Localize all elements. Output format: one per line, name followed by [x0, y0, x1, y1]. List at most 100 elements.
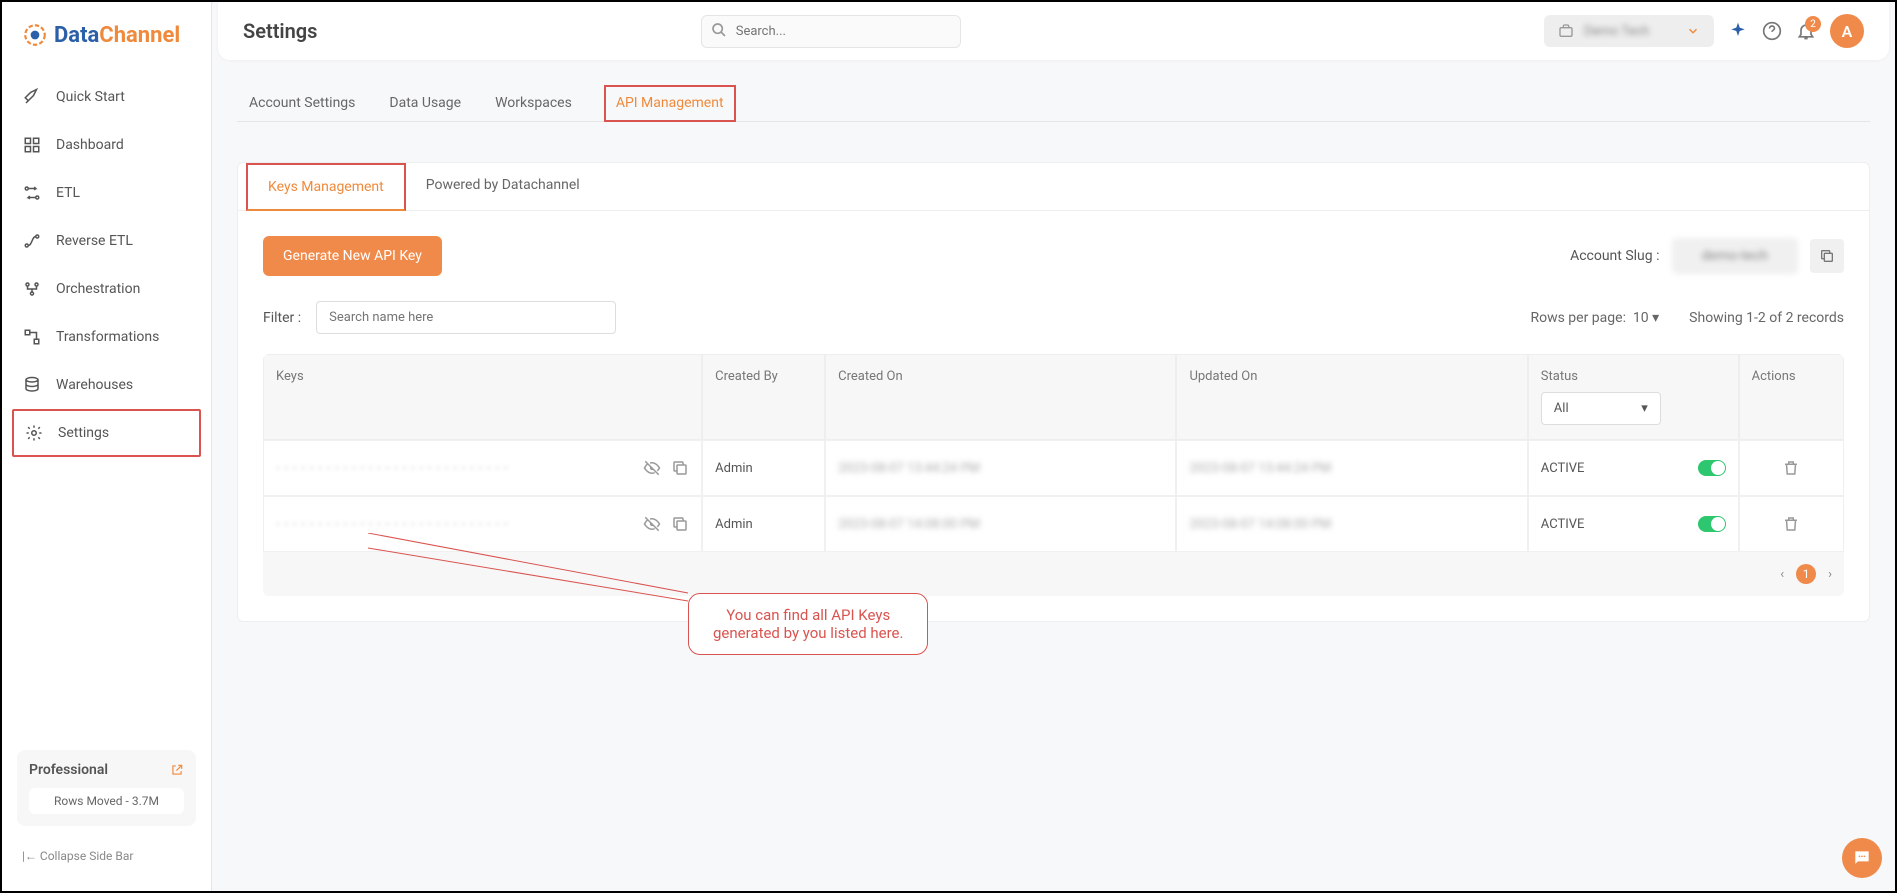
workspace-selector[interactable]: Demo Tech	[1544, 15, 1714, 47]
sidebar-item-label: Reverse ETL	[56, 233, 133, 249]
chevron-down-icon[interactable]: ▾	[1652, 310, 1659, 326]
current-page[interactable]: 1	[1796, 564, 1816, 584]
copy-slug-button[interactable]	[1810, 239, 1844, 273]
collapse-sidebar[interactable]: |← Collapse Side Bar	[17, 841, 196, 871]
filter-label: Filter :	[263, 310, 301, 326]
status-value: ACTIVE	[1541, 517, 1688, 532]
next-page[interactable]: ›	[1828, 567, 1832, 582]
th-actions: Actions	[1739, 354, 1844, 440]
status-filter-select[interactable]: All▾	[1541, 392, 1661, 425]
created-by: Admin	[702, 440, 825, 496]
th-keys: Keys	[263, 354, 702, 440]
annotation-callout: You can find all API Keys generated by y…	[688, 593, 928, 655]
notif-badge: 2	[1805, 16, 1821, 32]
logo-text-1: Data	[54, 23, 99, 48]
search-box	[701, 15, 961, 48]
plan-subtitle: Rows Moved - 3.7M	[29, 788, 184, 814]
sidebar-item-label: Transformations	[56, 329, 159, 345]
th-status: Status All▾	[1528, 354, 1739, 440]
status-value: ACTIVE	[1541, 461, 1688, 476]
table-row: • • • • • • • • • • • • • • • • • • • • …	[263, 440, 1844, 496]
transformations-icon	[22, 327, 42, 347]
sidebar-item-label: Warehouses	[56, 377, 133, 393]
rows-per-page-label: Rows per page:	[1530, 310, 1625, 326]
subtab-keys-management[interactable]: Keys Management	[246, 163, 406, 211]
rocket-icon	[22, 87, 42, 107]
copy-key-button[interactable]	[671, 515, 689, 533]
updated-on: 2023-08-07 13:44:24 PM	[1189, 461, 1331, 476]
search-input[interactable]	[701, 15, 961, 48]
sidebar-item-quick-start[interactable]: Quick Start	[2, 73, 211, 121]
th-updated-on: Updated On	[1176, 354, 1527, 440]
search-icon	[711, 22, 727, 38]
plan-box: Professional Rows Moved - 3.7M	[17, 750, 196, 826]
sidebar: DataChannel Quick Start Dashboard ETL Re…	[2, 2, 212, 891]
sidebar-item-dashboard[interactable]: Dashboard	[2, 121, 211, 169]
eye-off-icon[interactable]	[643, 459, 661, 477]
sidebar-item-label: Settings	[58, 425, 109, 441]
external-link-icon[interactable]	[170, 763, 184, 777]
reverse-etl-icon	[22, 231, 42, 251]
workspace-name: Demo Tech	[1584, 24, 1676, 39]
orchestration-icon	[22, 279, 42, 299]
chevron-down-icon	[1686, 24, 1700, 38]
status-toggle[interactable]	[1698, 516, 1726, 532]
api-panel: Keys Management Powered by Datachannel G…	[237, 162, 1870, 622]
tab-workspaces[interactable]: Workspaces	[493, 85, 574, 121]
rows-per-page-value[interactable]: 10	[1633, 310, 1649, 326]
created-on: 2023-08-07 13:44:24 PM	[838, 461, 980, 476]
logo-icon	[22, 22, 48, 48]
delete-button[interactable]	[1782, 515, 1800, 533]
tab-account-settings[interactable]: Account Settings	[247, 85, 357, 121]
topbar: Settings Demo Tech 2 A	[218, 2, 1889, 60]
created-on: 2023-08-07 14:08:00 PM	[838, 517, 980, 532]
th-created-by: Created By	[702, 354, 825, 440]
briefcase-icon	[1558, 23, 1574, 39]
updated-on: 2023-08-07 14:08:00 PM	[1189, 517, 1331, 532]
sidebar-item-etl[interactable]: ETL	[2, 169, 211, 217]
tab-api-management[interactable]: API Management	[604, 85, 736, 122]
sidebar-item-label: Dashboard	[56, 137, 124, 153]
annotation-line	[368, 533, 698, 603]
chevron-down-icon: ▾	[1641, 401, 1648, 416]
copy-key-button[interactable]	[671, 459, 689, 477]
nav: Quick Start Dashboard ETL Reverse ETL Or…	[2, 73, 211, 750]
key-value: • • • • • • • • • • • • • • • • • • • • …	[276, 462, 633, 475]
etl-icon	[22, 183, 42, 203]
sidebar-item-warehouses[interactable]: Warehouses	[2, 361, 211, 409]
main: Settings Demo Tech 2 A	[212, 2, 1895, 891]
avatar[interactable]: A	[1830, 14, 1864, 48]
account-slug-label: Account Slug :	[1570, 248, 1659, 264]
gear-icon	[24, 423, 44, 443]
account-slug-value: demo-tech	[1672, 238, 1799, 274]
prev-page[interactable]: ‹	[1780, 567, 1784, 582]
status-toggle[interactable]	[1698, 460, 1726, 476]
logo[interactable]: DataChannel	[2, 22, 211, 73]
sidebar-item-label: ETL	[56, 185, 80, 201]
page-title: Settings	[243, 19, 317, 43]
grid-icon	[22, 135, 42, 155]
sidebar-item-reverse-etl[interactable]: Reverse ETL	[2, 217, 211, 265]
sidebar-item-transformations[interactable]: Transformations	[2, 313, 211, 361]
created-by: Admin	[702, 496, 825, 552]
showing-records: Showing 1-2 of 2 records	[1689, 310, 1844, 326]
sidebar-item-label: Orchestration	[56, 281, 140, 297]
database-icon	[22, 375, 42, 395]
generate-api-key-button[interactable]: Generate New API Key	[263, 236, 442, 276]
sidebar-item-label: Quick Start	[56, 89, 125, 105]
filter-input[interactable]	[316, 301, 616, 334]
notifications-button[interactable]: 2	[1796, 21, 1816, 41]
sparkle-icon[interactable]	[1728, 21, 1748, 41]
delete-button[interactable]	[1782, 459, 1800, 477]
sidebar-item-settings[interactable]: Settings	[12, 409, 201, 457]
plan-title: Professional	[29, 762, 108, 778]
eye-off-icon[interactable]	[643, 515, 661, 533]
sidebar-item-orchestration[interactable]: Orchestration	[2, 265, 211, 313]
chat-button[interactable]	[1842, 838, 1882, 878]
tab-data-usage[interactable]: Data Usage	[387, 85, 463, 121]
logo-text-2: Channel	[99, 23, 180, 48]
key-value: • • • • • • • • • • • • • • • • • • • • …	[276, 518, 633, 531]
settings-tabs: Account Settings Data Usage Workspaces A…	[237, 75, 1870, 122]
help-icon[interactable]	[1762, 21, 1782, 41]
subtab-powered-by[interactable]: Powered by Datachannel	[406, 163, 600, 210]
